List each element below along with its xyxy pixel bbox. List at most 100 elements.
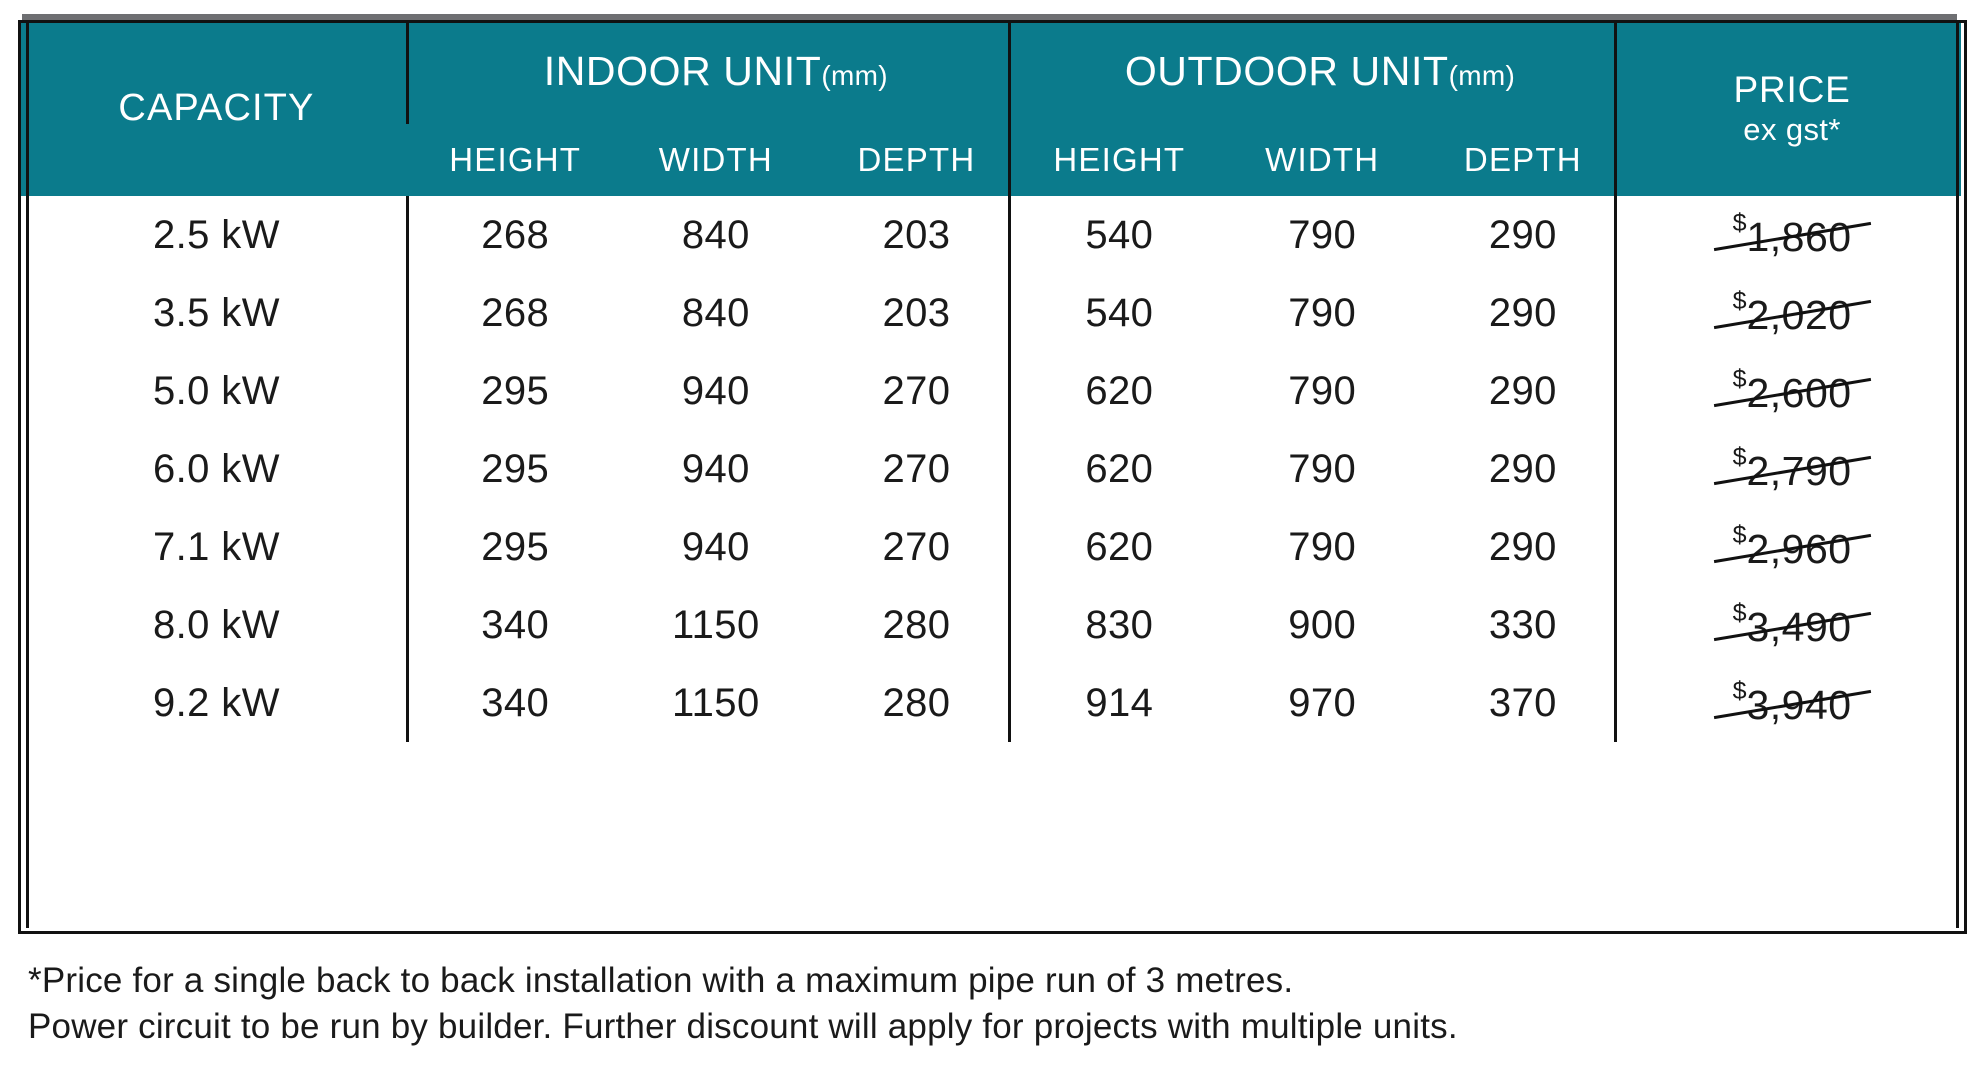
cell-indoor-width: 1150 bbox=[615, 664, 817, 742]
cell-indoor-depth: 280 bbox=[816, 664, 1017, 742]
cell-outdoor-height: 620 bbox=[1007, 508, 1222, 586]
price-currency-symbol: $ bbox=[1732, 599, 1747, 627]
cell-indoor-depth: 203 bbox=[816, 274, 1017, 352]
cell-indoor-depth: 270 bbox=[816, 352, 1017, 430]
cell-outdoor-depth: 290 bbox=[1422, 352, 1624, 430]
cell-outdoor-depth: 290 bbox=[1422, 274, 1624, 352]
table-body: 2.5 kW 268 840 203 540 790 290 $1,860 3.5 kW 268 8… bbox=[18, 196, 1961, 742]
price-value: $2,790 bbox=[1713, 443, 1871, 495]
cell-outdoor-width: 970 bbox=[1221, 664, 1423, 742]
cell-capacity: 2.5 kW bbox=[18, 196, 415, 274]
cell-capacity: 8.0 kW bbox=[18, 586, 415, 664]
cell-price: $1,860 bbox=[1614, 196, 1961, 274]
price-amount: 2,960 bbox=[1746, 526, 1852, 572]
cell-capacity: 6.0 kW bbox=[18, 430, 415, 508]
footnote-line-1: *Price for a single back to back install… bbox=[28, 961, 1294, 1000]
cell-outdoor-width: 900 bbox=[1221, 586, 1423, 664]
header-price: PRICE ex gst* bbox=[1614, 20, 1961, 196]
header-outdoor-height: HEIGHT bbox=[1007, 124, 1222, 196]
cell-price: $2,020 bbox=[1614, 274, 1961, 352]
price-value: $2,960 bbox=[1713, 521, 1871, 573]
cell-indoor-depth: 270 bbox=[816, 430, 1017, 508]
cell-outdoor-depth: 330 bbox=[1422, 586, 1624, 664]
cell-indoor-depth: 270 bbox=[816, 508, 1017, 586]
header-indoor-depth: DEPTH bbox=[816, 124, 1017, 196]
table-row: 3.5 kW 268 840 203 540 790 290 $2,020 bbox=[18, 274, 1961, 352]
cell-outdoor-height: 914 bbox=[1007, 664, 1222, 742]
cell-outdoor-height: 830 bbox=[1007, 586, 1222, 664]
header-outdoor-depth: DEPTH bbox=[1422, 124, 1624, 196]
header-price-sublabel: ex gst* bbox=[1743, 111, 1841, 147]
header-indoor-unit-label: INDOOR UNIT bbox=[543, 48, 822, 95]
spec-price-table-page: CAPACITY INDOOR UNIT(mm) OUTDOOR UNIT(mm… bbox=[0, 0, 1980, 1077]
price-amount: 3,490 bbox=[1746, 604, 1852, 650]
spec-price-table: CAPACITY INDOOR UNIT(mm) OUTDOOR UNIT(mm… bbox=[18, 20, 1961, 742]
table-head: CAPACITY INDOOR UNIT(mm) OUTDOOR UNIT(mm… bbox=[18, 20, 1961, 196]
header-price-label: PRICE bbox=[1733, 68, 1851, 110]
table-row: 6.0 kW 295 940 270 620 790 290 $2,790 bbox=[18, 430, 1961, 508]
price-currency-symbol: $ bbox=[1732, 443, 1747, 471]
cell-price: $2,600 bbox=[1614, 352, 1961, 430]
cell-indoor-width: 940 bbox=[615, 508, 817, 586]
cell-indoor-height: 268 bbox=[405, 274, 616, 352]
cell-outdoor-width: 790 bbox=[1221, 196, 1423, 274]
cell-outdoor-width: 790 bbox=[1221, 274, 1423, 352]
cell-indoor-height: 340 bbox=[405, 664, 616, 742]
cell-outdoor-height: 540 bbox=[1007, 196, 1222, 274]
cell-indoor-height: 295 bbox=[405, 352, 616, 430]
cell-indoor-height: 268 bbox=[405, 196, 616, 274]
price-value: $2,600 bbox=[1713, 365, 1871, 417]
price-currency-symbol: $ bbox=[1732, 365, 1747, 393]
cell-outdoor-depth: 290 bbox=[1422, 430, 1624, 508]
cell-outdoor-depth: 290 bbox=[1422, 508, 1624, 586]
header-capacity: CAPACITY bbox=[18, 20, 415, 196]
header-indoor-unit: INDOOR UNIT(mm) bbox=[405, 20, 1017, 124]
price-amount: 2,600 bbox=[1746, 370, 1852, 416]
table-row: 5.0 kW 295 940 270 620 790 290 $2,600 bbox=[18, 352, 1961, 430]
cell-outdoor-width: 790 bbox=[1221, 430, 1423, 508]
cell-outdoor-depth: 290 bbox=[1422, 196, 1624, 274]
cell-indoor-width: 840 bbox=[615, 196, 817, 274]
cell-outdoor-height: 620 bbox=[1007, 352, 1222, 430]
cell-indoor-width: 840 bbox=[615, 274, 817, 352]
cell-price: $2,790 bbox=[1614, 430, 1961, 508]
table-row: 2.5 kW 268 840 203 540 790 290 $1,860 bbox=[18, 196, 1961, 274]
price-value: $1,860 bbox=[1713, 209, 1871, 261]
price-currency-symbol: $ bbox=[1732, 677, 1747, 705]
cell-price: $3,490 bbox=[1614, 586, 1961, 664]
price-value: $3,940 bbox=[1713, 677, 1871, 729]
cell-indoor-height: 295 bbox=[405, 430, 616, 508]
footnote: *Price for a single back to back install… bbox=[28, 958, 1928, 1050]
cell-outdoor-width: 790 bbox=[1221, 352, 1423, 430]
cell-outdoor-height: 540 bbox=[1007, 274, 1222, 352]
spec-table-container: CAPACITY INDOOR UNIT(mm) OUTDOOR UNIT(mm… bbox=[18, 20, 1961, 742]
cell-indoor-depth: 203 bbox=[816, 196, 1017, 274]
cell-capacity: 7.1 kW bbox=[18, 508, 415, 586]
cell-capacity: 9.2 kW bbox=[18, 664, 415, 742]
header-indoor-width: WIDTH bbox=[615, 124, 817, 196]
cell-price: $2,960 bbox=[1614, 508, 1961, 586]
price-amount: 2,790 bbox=[1746, 448, 1852, 494]
price-amount: 3,940 bbox=[1746, 682, 1852, 728]
price-currency-symbol: $ bbox=[1732, 287, 1747, 315]
cell-indoor-width: 940 bbox=[615, 352, 817, 430]
cell-indoor-height: 295 bbox=[405, 508, 616, 586]
cell-outdoor-width: 790 bbox=[1221, 508, 1423, 586]
table-row: 9.2 kW 340 1150 280 914 970 370 $3,940 bbox=[18, 664, 1961, 742]
price-value: $2,020 bbox=[1713, 287, 1871, 339]
cell-indoor-width: 1150 bbox=[615, 586, 817, 664]
price-value: $3,490 bbox=[1713, 599, 1871, 651]
cell-indoor-height: 340 bbox=[405, 586, 616, 664]
header-indoor-height: HEIGHT bbox=[414, 124, 616, 196]
table-row: 8.0 kW 340 1150 280 830 900 330 $3,490 bbox=[18, 586, 1961, 664]
cell-capacity: 5.0 kW bbox=[18, 352, 415, 430]
footnote-line-2: Power circuit to be run by builder. Furt… bbox=[28, 1007, 1458, 1047]
cell-indoor-depth: 280 bbox=[816, 586, 1017, 664]
cell-capacity: 3.5 kW bbox=[18, 274, 415, 352]
header-outdoor-unit-units: (mm) bbox=[1448, 60, 1516, 92]
price-currency-symbol: $ bbox=[1732, 521, 1747, 549]
price-amount: 1,860 bbox=[1746, 214, 1852, 260]
header-row-groups: CAPACITY INDOOR UNIT(mm) OUTDOOR UNIT(mm… bbox=[18, 20, 1961, 196]
price-currency-symbol: $ bbox=[1732, 209, 1747, 237]
cell-outdoor-depth: 370 bbox=[1422, 664, 1624, 742]
